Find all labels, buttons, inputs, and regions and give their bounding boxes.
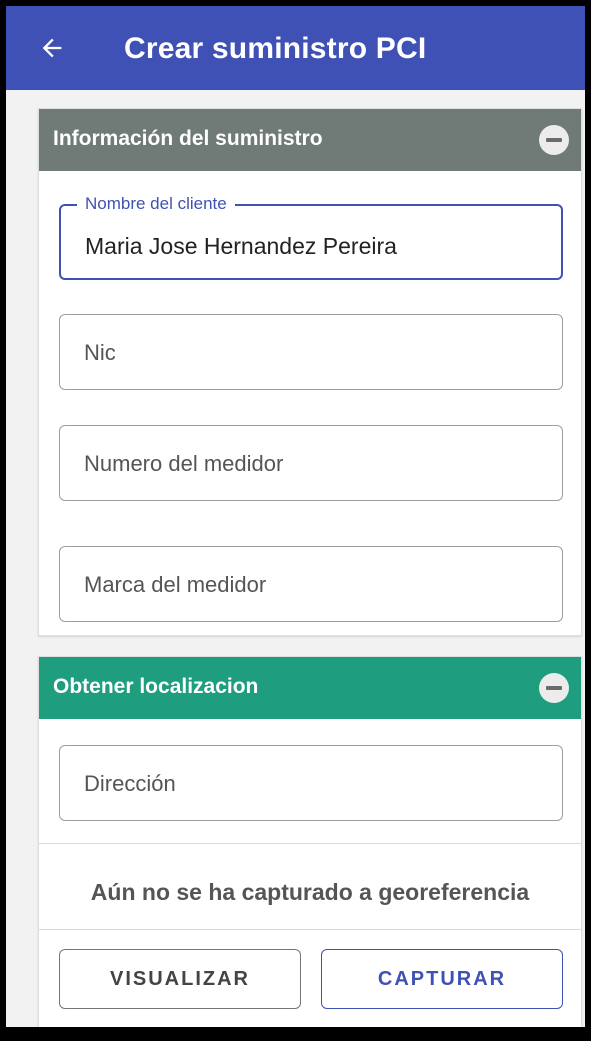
meter-brand-field[interactable]: Marca del medidor	[59, 546, 563, 622]
meter-number-placeholder: Numero del medidor	[84, 451, 284, 476]
minus-icon	[546, 686, 562, 690]
app-screen: Crear suministro PCI Información del sum…	[0, 0, 591, 1041]
georeference-status: Aún no se ha capturado a georeferencia	[90, 879, 530, 905]
client-name-field[interactable]: Nombre del cliente Maria Jose Hernandez …	[59, 194, 563, 280]
location-header[interactable]: Obtener localizacion	[39, 657, 581, 719]
arrow-left-icon	[42, 38, 62, 58]
client-name-value: Maria Jose Hernandez Pereira	[85, 233, 397, 259]
minus-icon	[546, 138, 562, 142]
address-field[interactable]: Dirección	[59, 745, 563, 821]
back-button[interactable]	[30, 26, 74, 70]
meter-brand-placeholder: Marca del medidor	[84, 572, 267, 597]
meter-number-field[interactable]: Numero del medidor	[59, 425, 563, 501]
supply-info-title: Información del suministro	[53, 127, 323, 150]
supply-info-header[interactable]: Información del suministro	[39, 109, 581, 171]
visualize-button[interactable]: VISUALIZAR	[59, 949, 301, 1009]
location-title: Obtener localizacion	[53, 675, 259, 698]
location-card: Obtener localizacion Dirección Aún no se…	[38, 656, 582, 1027]
capture-button[interactable]: CAPTURAR	[321, 949, 563, 1009]
supply-info-card: Información del suministro Nombre del cl…	[38, 108, 582, 636]
nic-placeholder: Nic	[84, 340, 116, 365]
divider	[39, 843, 581, 844]
address-placeholder: Dirección	[84, 771, 176, 796]
app-bar: Crear suministro PCI	[6, 0, 585, 90]
nic-field[interactable]: Nic	[59, 314, 563, 390]
divider	[39, 929, 581, 930]
collapse-location-button[interactable]	[539, 673, 569, 703]
collapse-supply-button[interactable]	[539, 125, 569, 155]
client-name-label: Nombre del cliente	[77, 194, 235, 214]
page-title: Crear suministro PCI	[124, 32, 427, 65]
